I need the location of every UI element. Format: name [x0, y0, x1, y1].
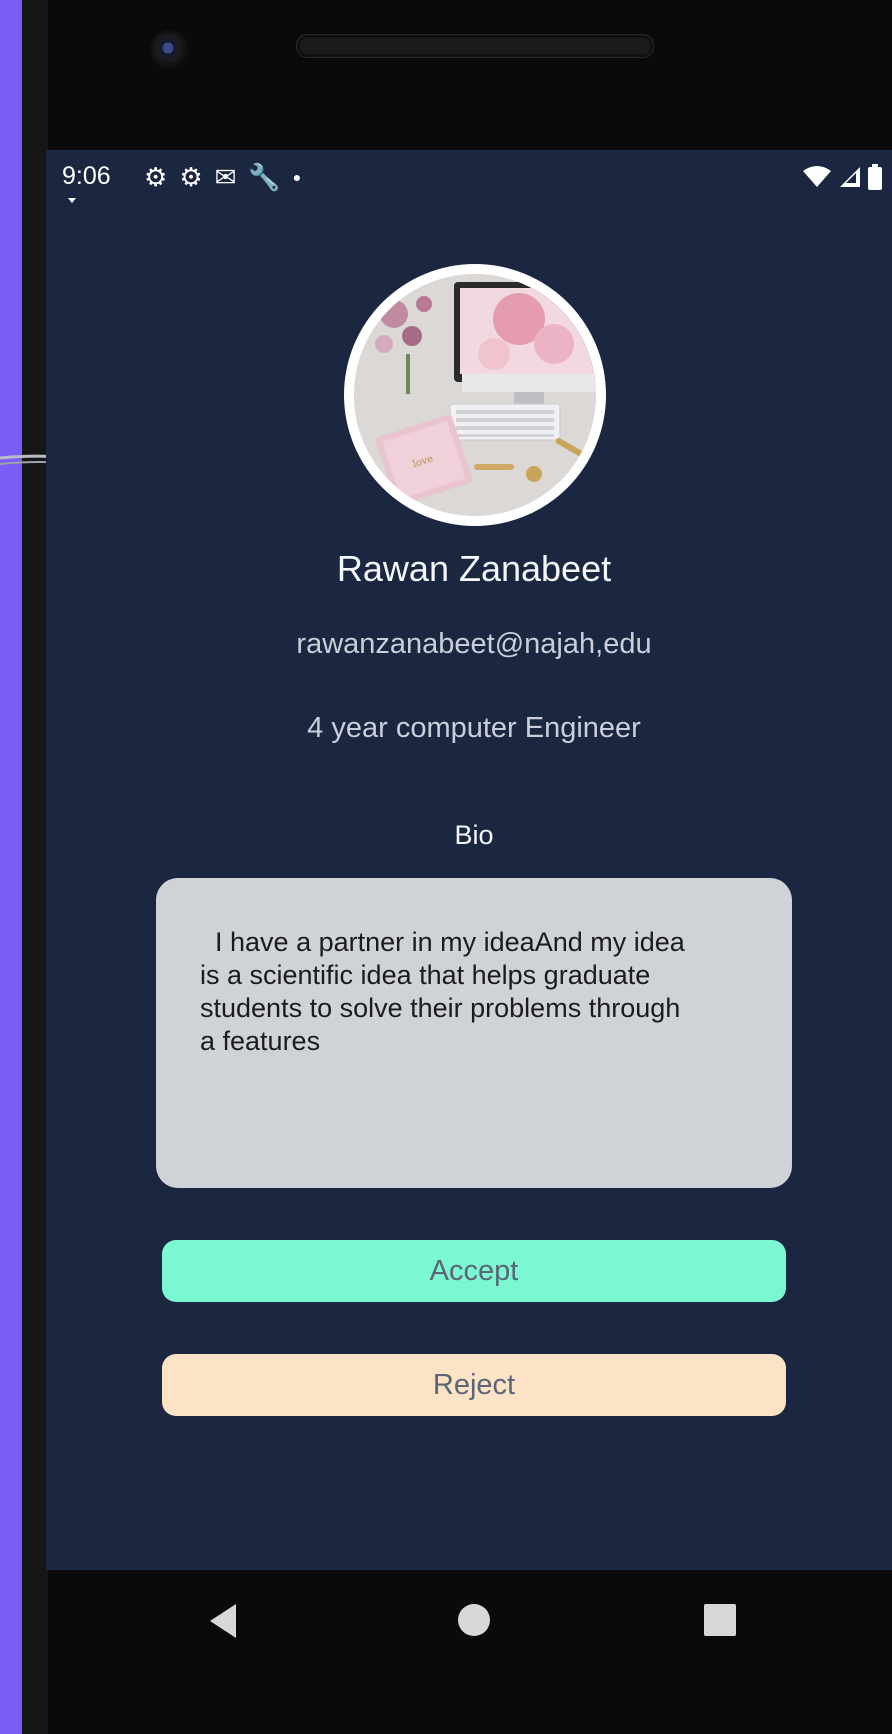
accept-button[interactable]: Accept: [162, 1240, 786, 1302]
bio-heading: Bio: [454, 820, 494, 850]
wifi-icon: [803, 166, 831, 187]
notification-caret-icon: [68, 198, 76, 203]
battery-icon: [868, 164, 882, 190]
dot-icon: ●: [292, 169, 302, 185]
status-notification-icons: ⚙ ⚙ ✉ 🔧 ●: [144, 160, 301, 194]
profile-name: Rawan Zanabeet: [336, 548, 612, 589]
mail-icon: ✉: [214, 162, 237, 192]
earpiece-speaker: [296, 34, 654, 58]
reject-button[interactable]: Reject: [162, 1354, 786, 1416]
wrench-icon: 🔧: [248, 162, 281, 192]
profile-avatar: love: [344, 264, 606, 526]
recents-icon[interactable]: [704, 1604, 736, 1636]
avatar-photo: love: [354, 274, 596, 516]
navigation-bar: [46, 1570, 892, 1670]
bio-textarea[interactable]: I have a partner in my ideaAnd my idea i…: [156, 878, 792, 1188]
phone-edge: [22, 0, 48, 1734]
home-icon[interactable]: [458, 1604, 490, 1636]
back-icon[interactable]: [210, 1604, 236, 1638]
status-bar: 9:06 ⚙ ⚙ ✉ 🔧 ●: [46, 150, 892, 206]
side-accent-strip: [0, 0, 22, 1734]
profile-email: rawanzanabeet@najah,edu: [296, 628, 652, 660]
app-screen: 9:06 ⚙ ⚙ ✉ 🔧 ● love Rawan Zanabeet rawan…: [46, 150, 892, 1570]
bio-text: I have a partner in my ideaAnd my idea i…: [200, 927, 685, 1056]
gear-icon: ⚙: [179, 162, 203, 192]
status-time: 9:06: [62, 162, 111, 190]
profile-major: 4 year computer Engineer: [307, 712, 641, 744]
front-camera: [150, 30, 190, 70]
status-system-icons: [802, 160, 882, 194]
gear-icon: ⚙: [144, 162, 168, 192]
signal-icon: [840, 167, 860, 187]
